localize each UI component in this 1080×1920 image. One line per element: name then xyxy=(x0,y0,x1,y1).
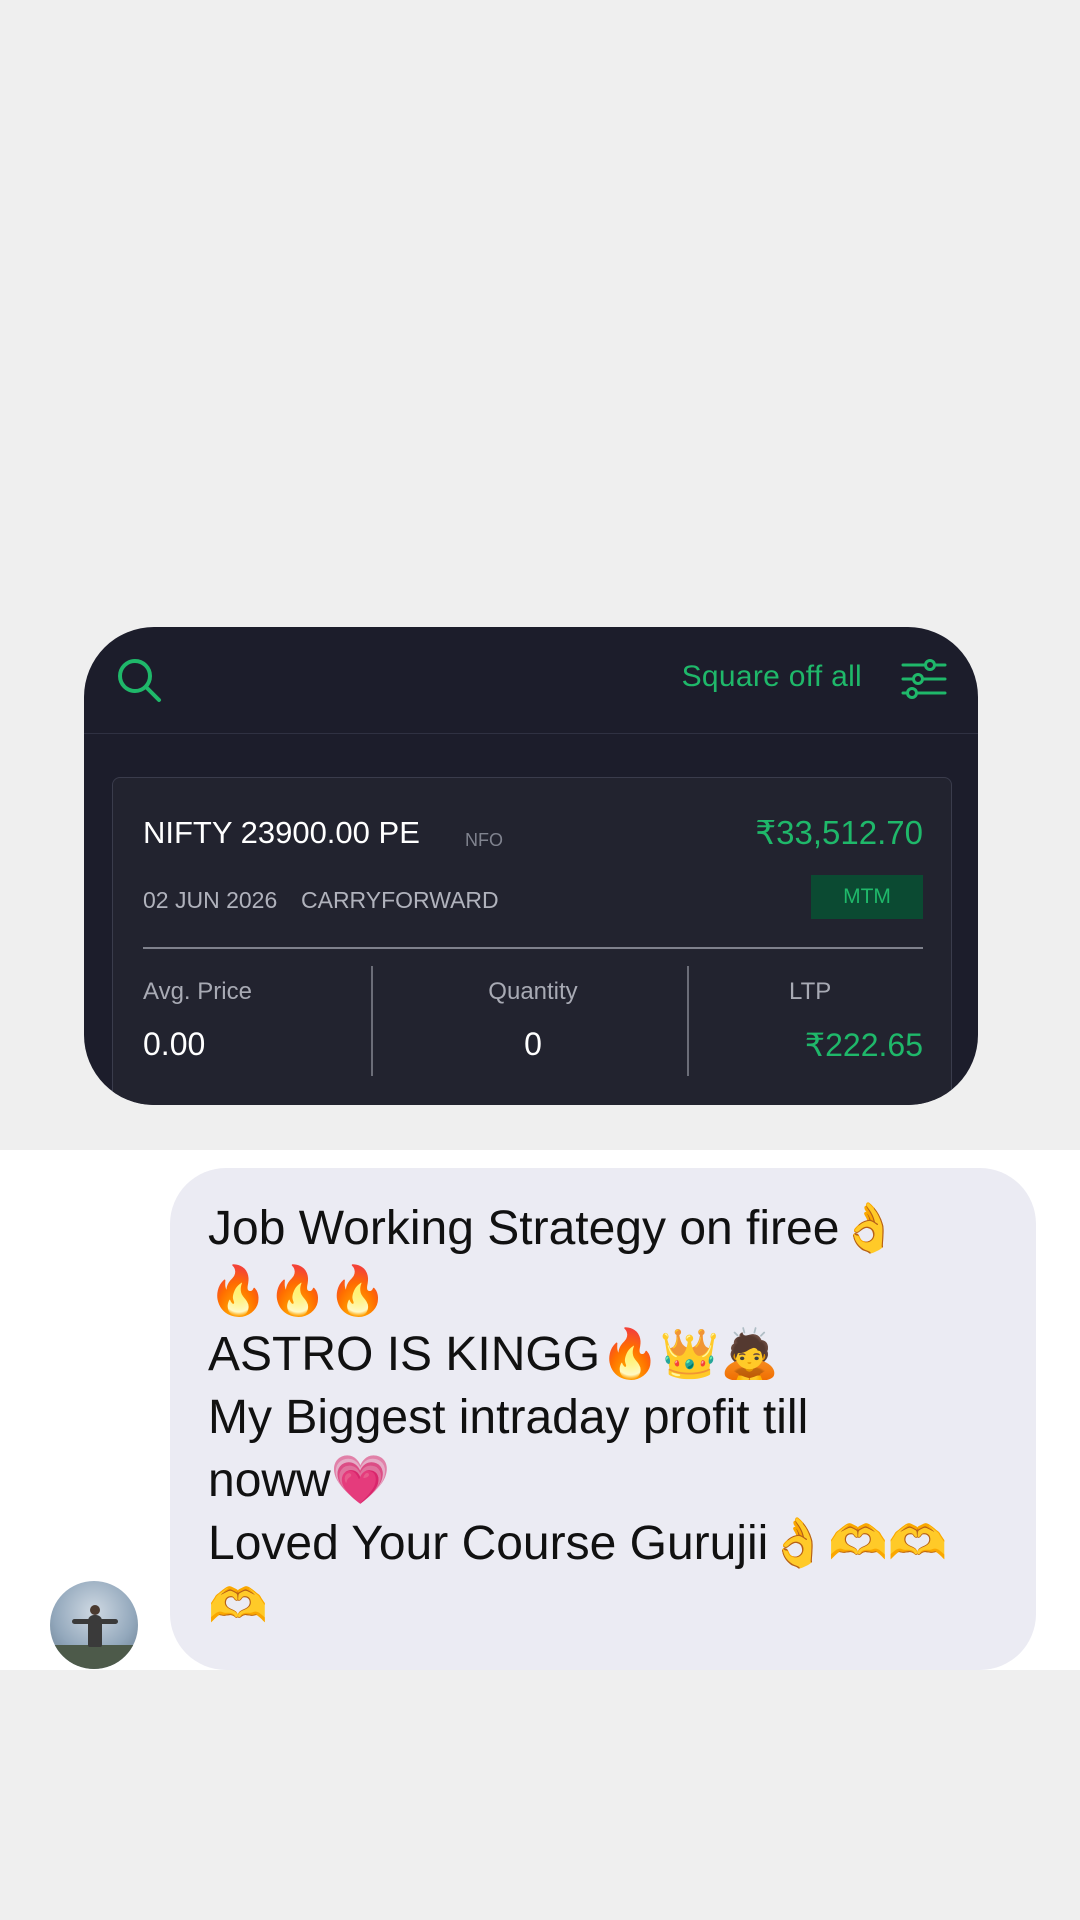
exchange-label: NFO xyxy=(465,830,503,850)
avg-price-value: 0.00 xyxy=(143,1026,206,1062)
product-type: CARRYFORWARD xyxy=(301,887,499,913)
expiry-date: 02 JUN 2026 xyxy=(143,887,278,913)
message-line: Loved Your Course Gurujii👌🫶🫶 xyxy=(208,1517,948,1570)
ltp-value: ₹222.65 xyxy=(804,1027,923,1063)
message-line: 🔥🔥🔥 xyxy=(208,1265,388,1318)
instrument-symbol: NIFTY 23900.00 PE xyxy=(143,815,420,850)
avg-price-label: Avg. Price xyxy=(143,978,252,1005)
filter-sliders-icon[interactable] xyxy=(900,657,948,701)
row-divider xyxy=(143,947,923,949)
avatar[interactable] xyxy=(50,1581,138,1669)
message-line: Job Working Strategy on firee👌 xyxy=(208,1202,900,1255)
positions-toolbar: Square off all xyxy=(84,627,978,734)
position-row[interactable]: NIFTY 23900.00 PE NFO ₹33,512.70 02 JUN … xyxy=(112,777,952,1105)
square-off-all-button[interactable]: Square off all xyxy=(682,660,862,694)
message-line: noww💗 xyxy=(208,1454,391,1507)
quantity-value: 0 xyxy=(524,1026,542,1062)
ltp-label: LTP xyxy=(789,978,832,1005)
pnl-value: ₹33,512.70 xyxy=(755,814,923,851)
positions-card: Square off all NIFTY 23900.00 PE NFO ₹33… xyxy=(84,627,978,1105)
message-bubble[interactable]: Job Working Strategy on firee👌 🔥🔥🔥 ASTRO… xyxy=(170,1168,1036,1670)
column-separator xyxy=(371,966,373,1076)
message-line: 🫶 xyxy=(208,1580,268,1633)
column-separator xyxy=(687,966,689,1076)
message-line: ASTRO IS KINGG🔥👑🙇 xyxy=(208,1328,780,1381)
search-icon[interactable] xyxy=(114,655,164,705)
mtm-badge: MTM xyxy=(811,875,923,919)
message-line: My Biggest intraday profit till xyxy=(208,1391,809,1444)
quantity-label: Quantity xyxy=(488,978,578,1005)
